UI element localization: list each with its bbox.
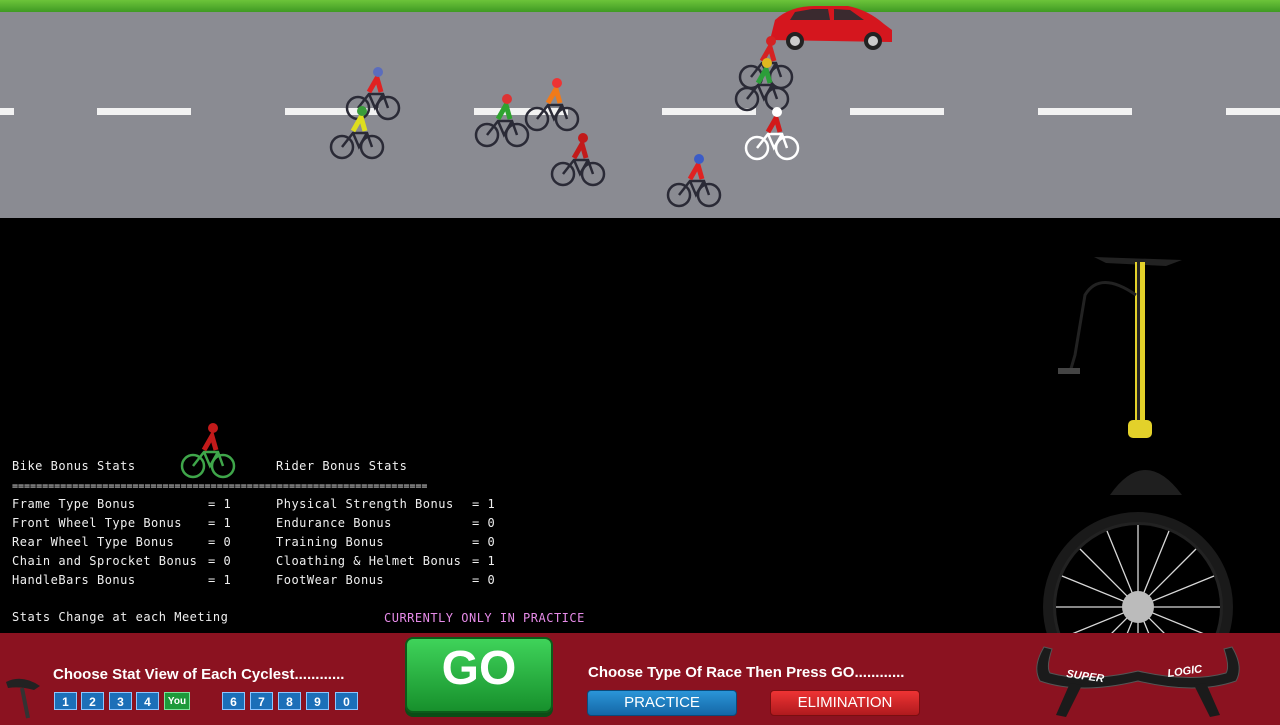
elimination-button[interactable]: ELIMINATION [770, 690, 920, 716]
bike-stat-value: = 1 [208, 516, 232, 530]
rider-stat-value: = 1 [472, 554, 496, 568]
red-car [770, 6, 892, 50]
bike-stat-label: HandleBars Bonus [12, 573, 136, 587]
practice-button[interactable]: PRACTICE [587, 690, 737, 716]
rider-stat-value: = 0 [472, 516, 496, 530]
stats-footnote: Stats Change at each Meeting [12, 610, 229, 624]
cyclist-4-button[interactable]: 4 [136, 692, 159, 710]
cyclist-9-button[interactable]: 9 [306, 692, 329, 710]
cyclist-3-button[interactable]: 3 [109, 692, 132, 710]
handlebar-icon: SUPER LOGIC [1036, 646, 1240, 717]
bike-pump [1058, 257, 1182, 495]
bike-stat-value: = 0 [208, 535, 232, 549]
rider-stat-label: Endurance Bonus [276, 516, 392, 530]
bike-stat-label: Frame Type Bonus [12, 497, 136, 511]
cyclist-2-button[interactable]: 2 [81, 692, 104, 710]
rider-stats-title: Rider Bonus Stats [276, 459, 408, 473]
cyclist-you-button[interactable]: You [164, 692, 190, 710]
cyclist-1-button[interactable]: 1 [54, 692, 77, 710]
cyclist-5 [550, 133, 606, 187]
bike-stat-label: Chain and Sprocket Bonus [12, 554, 198, 568]
rider-stat-label: Cloathing & Helmet Bonus [276, 554, 462, 568]
bike-stat-label: Front Wheel Type Bonus [12, 516, 182, 530]
bike-stat-value: = 1 [208, 497, 232, 511]
bike-saddle-icon [6, 678, 40, 719]
cyclist-1 [345, 67, 401, 121]
bike-stat-label: Rear Wheel Type Bonus [12, 535, 175, 549]
go-button[interactable]: GO [405, 637, 553, 713]
cyclist-2 [329, 106, 385, 160]
cyclist-3 [474, 94, 530, 148]
cyclist-6 [666, 154, 722, 208]
cyclist-9 [744, 107, 800, 161]
stats-divider: ========================================… [12, 481, 428, 492]
choose-race-label: Choose Type Of Race Then Press GO.......… [588, 664, 905, 681]
bike-stat-value: = 0 [208, 554, 232, 568]
rider-stat-label: Training Bonus [276, 535, 385, 549]
rider-stat-value: = 0 [472, 573, 496, 587]
rider-stat-label: Physical Strength Bonus [276, 497, 454, 511]
cyclist-4 [524, 78, 580, 132]
bike-stats-title: Bike Bonus Stats [12, 459, 136, 473]
cyclist-7-button[interactable]: 7 [250, 692, 273, 710]
cyclist-6-button[interactable]: 6 [222, 692, 245, 710]
rider-stat-value: = 1 [472, 497, 496, 511]
rider-stat-value: = 0 [472, 535, 496, 549]
choose-stat-label: Choose Stat View of Each Cyclest........… [53, 666, 345, 683]
cyclist-0-button[interactable]: 0 [335, 692, 358, 710]
rider-stat-label: FootWear Bonus [276, 573, 385, 587]
bike-stat-value: = 1 [208, 573, 232, 587]
practice-only-notice: CURRENTLY ONLY IN PRACTICE [384, 611, 585, 625]
cyclist-8-button[interactable]: 8 [278, 692, 301, 710]
selected-cyclist [180, 423, 236, 479]
